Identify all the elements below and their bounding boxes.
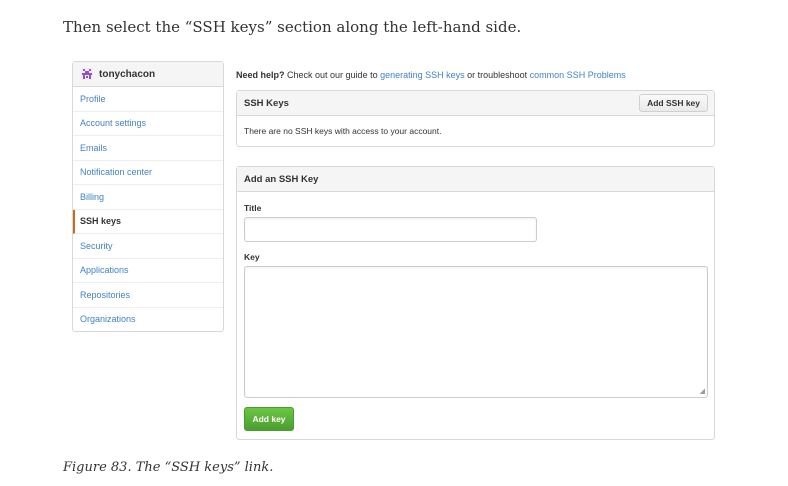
title-label: Title <box>244 203 262 213</box>
settings-sidebar: tonychacon Profile Account settings Emai… <box>72 61 224 332</box>
key-textarea[interactable]: ◢ <box>244 266 708 398</box>
ssh-keys-panel-header: SSH Keys Add SSH key <box>237 91 714 116</box>
sidebar-username[interactable]: tonychacon <box>99 69 155 80</box>
common-ssh-problems-link[interactable]: common SSH Problems <box>530 70 626 80</box>
add-ssh-key-panel: Add an SSH Key Title Key ◢ Add key <box>236 166 715 440</box>
help-text-2: or troubleshoot <box>464 70 530 80</box>
ssh-keys-empty-message: There are no SSH keys with access to you… <box>244 126 442 136</box>
resize-handle-icon[interactable]: ◢ <box>700 387 705 395</box>
sidebar-item-repositories[interactable]: Repositories <box>73 283 223 308</box>
figure-caption: Figure 83. The “SSH keys” link. <box>63 460 274 475</box>
sidebar-header: tonychacon <box>73 62 223 87</box>
sidebar-item-notification-center[interactable]: Notification center <box>73 161 223 185</box>
add-key-button[interactable]: Add key <box>244 407 294 431</box>
ssh-keys-panel: SSH Keys Add SSH key There are no SSH ke… <box>236 90 715 147</box>
sidebar-item-account-settings[interactable]: Account settings <box>73 112 223 136</box>
help-text-1: Check out our guide to <box>284 70 381 80</box>
sidebar-item-ssh-keys[interactable]: SSH keys <box>73 209 223 234</box>
sidebar-item-security[interactable]: Security <box>73 234 223 259</box>
intro-text: Then select the “SSH keys” section along… <box>63 18 522 36</box>
ssh-keys-panel-title: SSH Keys <box>244 97 289 109</box>
title-input[interactable] <box>244 217 537 242</box>
help-text: Need help? Check out our guide to genera… <box>236 70 626 80</box>
sidebar-item-applications[interactable]: Applications <box>73 259 223 283</box>
add-ssh-key-panel-title: Add an SSH Key <box>244 173 319 185</box>
sidebar-item-billing[interactable]: Billing <box>73 185 223 210</box>
key-label: Key <box>244 252 260 262</box>
user-avatar-icon <box>81 68 93 80</box>
add-ssh-key-button[interactable]: Add SSH key <box>639 94 708 112</box>
help-lead: Need help? <box>236 70 285 80</box>
add-ssh-key-panel-header: Add an SSH Key <box>237 167 714 192</box>
sidebar-item-emails[interactable]: Emails <box>73 136 223 161</box>
sidebar-item-organizations[interactable]: Organizations <box>73 308 223 332</box>
generating-ssh-keys-link[interactable]: generating SSH keys <box>380 70 465 80</box>
sidebar-item-profile[interactable]: Profile <box>73 87 223 112</box>
